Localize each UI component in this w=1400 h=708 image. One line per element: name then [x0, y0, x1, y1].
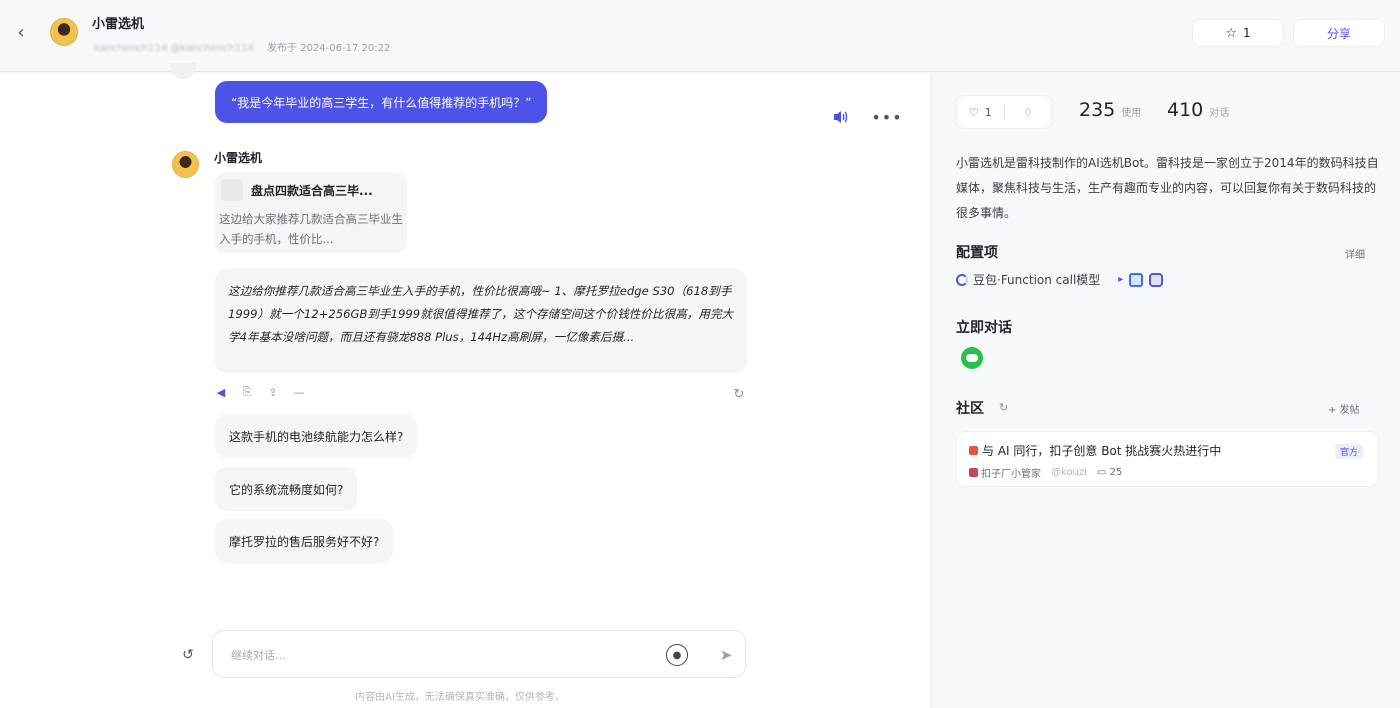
model-name: 豆包·Function call模型 — [973, 273, 1101, 287]
community-title: 社区 — [956, 401, 984, 417]
post-meta: 扣子厂小管家 @kouzi ▭ 25 — [969, 465, 1122, 480]
user-avatar-partial — [170, 63, 196, 79]
reply-actions: ◀ ⎘ ⇪ — — [214, 385, 306, 399]
publish-date: 发布于 2024-06-17 20:22 — [267, 43, 391, 54]
community-post[interactable]: 与 AI 同行，扣子创意 Bot 挑战赛火热进行中 官方 扣子厂小管家 @kou… — [956, 431, 1379, 487]
official-badge: 官方 — [1335, 444, 1364, 459]
speaker-icon[interactable] — [828, 105, 852, 129]
post-handle: @kouzi — [1051, 467, 1087, 478]
author-handle[interactable]: kanchench114 @kanchench114 — [94, 43, 254, 54]
card-title: 盘点四款适合高三毕... — [251, 184, 373, 198]
chat-now-title: 立即对话 — [956, 320, 1012, 336]
copy-icon[interactable]: ⎘ — [240, 385, 254, 399]
usage-count: 235 — [1079, 99, 1116, 121]
thumbs-up-icon: ♡ — [968, 105, 979, 119]
usage-stat: 235 使用 — [1079, 99, 1141, 121]
chevron-right-icon[interactable]: ▸ — [1118, 274, 1123, 285]
bot-title: 小雷选机 — [92, 17, 145, 32]
favorite-count: 1 — [1243, 26, 1251, 40]
refresh-icon[interactable]: ↻ — [999, 401, 1008, 414]
bot-reply-bubble: 这边给你推荐几款适合高三毕业生入手的手机，性价比很高哦~ 1、摩托罗拉edge … — [215, 269, 747, 373]
author-icon — [969, 468, 978, 477]
card-thumbnail — [221, 179, 243, 201]
new-post-link[interactable]: + 发帖 — [1328, 401, 1360, 416]
link-card[interactable]: 盘点四款适合高三毕... 这边给大家推荐几款适合高三毕业生入手的手机，性价比..… — [215, 173, 407, 253]
add-attachment-icon[interactable]: ● — [666, 644, 688, 666]
conversation-count: 410 — [1167, 99, 1204, 121]
page-header: ‹ 小雷选机 kanchench114 @kanchench114 发布于 20… — [0, 0, 1400, 72]
suggestion-item[interactable]: 这款手机的电池续航能力怎么样? — [215, 414, 418, 458]
send-icon[interactable]: ➤ — [715, 644, 737, 666]
chat-panel: “我是今年毕业的高三学生，有什么值得推荐的手机吗？” ••• 小雷选机 盘点四款… — [0, 63, 930, 708]
conversation-label: 对话 — [1209, 108, 1230, 119]
bot-avatar — [50, 18, 78, 46]
bot-meta: kanchench114 @kanchench114 发布于 2024-06-1… — [94, 39, 400, 54]
post-author: 扣子厂小管家 — [969, 465, 1041, 480]
fire-icon — [969, 446, 978, 455]
usage-label: 使用 — [1121, 108, 1142, 119]
card-description: 这边给大家推荐几款适合高三毕业生入手的手机，性价比... — [219, 212, 403, 246]
star-icon: ☆ — [1225, 25, 1237, 41]
model-row: 豆包·Function call模型 ▸ — [956, 271, 1164, 288]
share-button[interactable]: 分享 — [1293, 19, 1385, 47]
plugin-icon[interactable] — [1129, 272, 1144, 287]
bot-reply-avatar — [172, 151, 199, 178]
play-audio-icon[interactable]: ◀ — [214, 385, 228, 399]
model-icon — [956, 273, 968, 286]
config-section-title: 配置项 — [956, 245, 998, 261]
more-ellipsis-icon[interactable]: ••• — [871, 105, 901, 129]
post-title: 与 AI 同行，扣子创意 Bot 挑战赛火热进行中 — [969, 442, 1221, 459]
thumbs-down-icon: ♢ — [1022, 105, 1033, 119]
wechat-icon[interactable] — [961, 347, 983, 369]
new-chat-icon[interactable]: ↺ — [178, 645, 198, 665]
regenerate-icon[interactable]: ↻ — [731, 386, 747, 402]
dislike-button[interactable]: ♢ — [1005, 106, 1052, 119]
back-chevron-icon[interactable]: ‹ — [12, 22, 30, 44]
like-count: 1 — [984, 105, 992, 119]
divider-icon: — — [293, 385, 305, 399]
comment-count: ▭ 25 — [1096, 467, 1123, 478]
favorite-button[interactable]: ☆ 1 — [1192, 19, 1284, 47]
user-message-bubble: “我是今年毕业的高三学生，有什么值得推荐的手机吗？” — [215, 81, 548, 123]
knowledge-icon[interactable] — [1149, 272, 1164, 287]
like-button[interactable]: ♡ 1 — [957, 106, 1004, 119]
suggestion-item[interactable]: 它的系统流畅度如何? — [215, 467, 358, 511]
bot-info-panel: ♡ 1 ♢ 235 使用 410 对话 小雷选机是雷科技制作的AI选机Bot。雷… — [931, 73, 1400, 708]
suggestion-item[interactable]: 摩托罗拉的售后服务好不好? — [215, 519, 394, 563]
chat-input[interactable] — [231, 645, 651, 665]
vote-box: ♡ 1 ♢ — [956, 95, 1052, 129]
share-reply-icon[interactable]: ⇪ — [266, 385, 280, 399]
chat-input-box: ● ➤ — [212, 630, 746, 678]
bot-description: 小雷选机是雷科技制作的AI选机Bot。雷科技是一家创立于2014年的数码科技自媒… — [956, 156, 1379, 220]
bot-reply-name: 小雷选机 — [214, 151, 263, 165]
disclaimer-text: 内容由AI生成，无法确保真实准确，仅供参考。 — [355, 692, 565, 703]
config-detail-link[interactable]: 详细 — [1345, 246, 1365, 261]
conversation-stat: 410 对话 — [1167, 99, 1229, 121]
